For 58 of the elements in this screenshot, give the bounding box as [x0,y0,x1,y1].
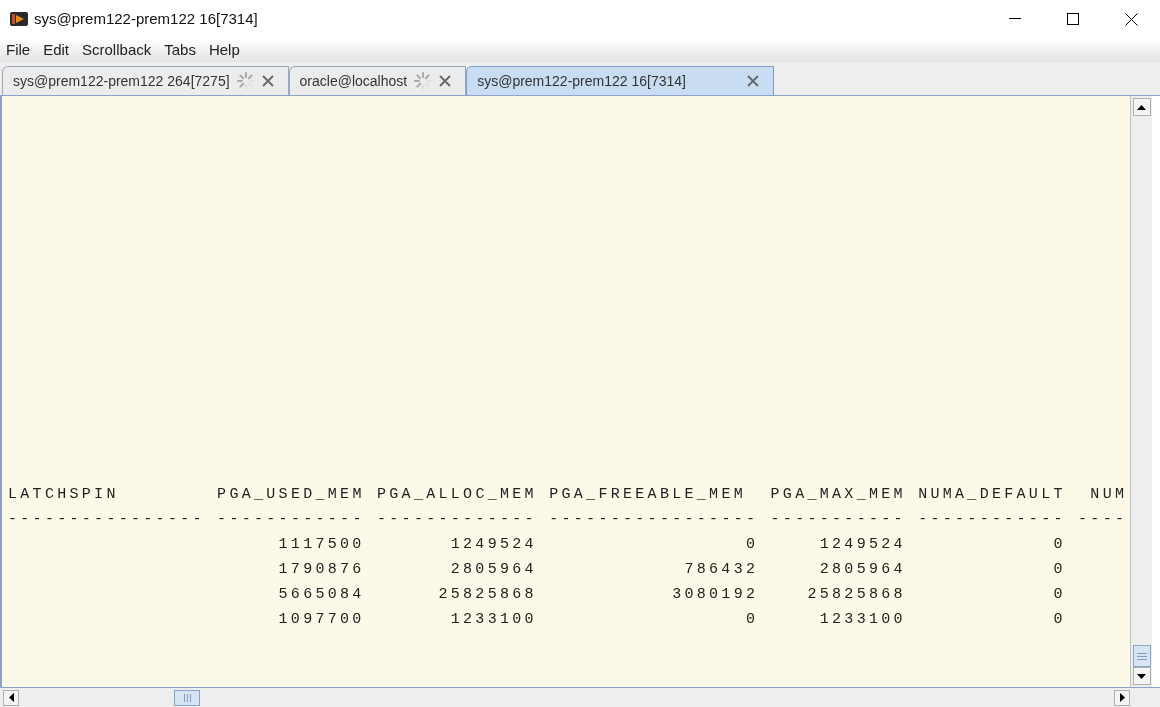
table-cell-text: 0 [1053,535,1066,555]
table-cell-text: 1790876 [278,560,365,580]
maximize-icon [1067,13,1079,25]
terminal-tab[interactable]: oracle@localhost [288,66,467,95]
separator-dashes: ---- [1078,510,1128,530]
table-cell-text: 0 [1053,585,1066,605]
separator-dashes: ------------ [217,510,365,530]
menu-item[interactable]: Help [204,38,244,62]
separator-dashes: ------------- [377,510,537,530]
table-cell-text: 0 [745,610,759,630]
column-header: PGA_ALLOC_MEM [377,485,537,505]
close-icon [1124,12,1138,26]
scroll-thumb[interactable] [1132,645,1151,667]
terminal-tab[interactable]: sys@prem122-prem122 16[7314] [466,66,775,95]
close-tab-icon[interactable] [439,75,452,87]
menu-item[interactable]: Tabs [160,38,200,62]
menu-item[interactable]: Edit [39,38,74,62]
scroll-right-icon[interactable] [1119,693,1125,702]
table-cell-text: 1233100 [450,610,537,630]
table-cell-text: 786432 [684,560,759,580]
menu-item[interactable]: Scrollback [78,38,156,62]
column-header: PGA_FREEABLE_MEM [549,485,746,505]
minimize-icon [1009,18,1021,20]
table-cell-text: 0 [745,535,759,555]
table-cell-text: 2805964 [450,560,537,580]
column-header: LATCHSPIN [8,485,119,505]
table-cell-text: 1097700 [278,610,365,630]
close-tab-icon[interactable] [747,75,760,87]
table-cell-text: 1249524 [450,535,537,555]
column-header: PGA_MAX_MEM [770,485,906,505]
table-cell-text: 5665084 [278,585,365,605]
table-cell-text: 25825868 [807,585,906,605]
column-header: NUM [1090,485,1128,505]
separator-dashes: ----------- [770,510,906,530]
horizontal-scrollbar[interactable] [0,687,1160,707]
column-header: PGA_USED_MEM [217,485,365,505]
separator-dashes: ------------ [918,510,1066,530]
app-icon [9,10,29,28]
table-cell-text: 1249524 [819,535,906,555]
scroll-down-icon[interactable] [1137,673,1146,679]
table-cell-text: 2805964 [819,560,906,580]
terminal-tab[interactable]: sys@prem122-prem122 264[7275] [2,66,289,95]
window-title: sys@prem122-prem122 16[7314] [34,8,258,29]
separator-dashes: ----------------- [549,510,759,530]
table-cell-text: 25825868 [438,585,537,605]
menu-item[interactable]: File [2,38,35,62]
vertical-scrollbar[interactable] [1130,96,1152,687]
table-cell-text: 1117500 [278,535,365,555]
column-header: NUMA_DEFAULT [918,485,1066,505]
table-cell-text: 0 [1053,560,1066,580]
table-cell-text: 1233100 [819,610,906,630]
scroll-thumb[interactable] [174,689,200,706]
close-tab-icon[interactable] [261,75,274,87]
separator-dashes: ---------------- [8,510,205,530]
scroll-left-icon[interactable] [8,693,14,702]
table-cell-text: 3080192 [672,585,759,605]
table-cell-text: 0 [1053,610,1066,630]
scroll-up-icon[interactable] [1137,104,1146,110]
